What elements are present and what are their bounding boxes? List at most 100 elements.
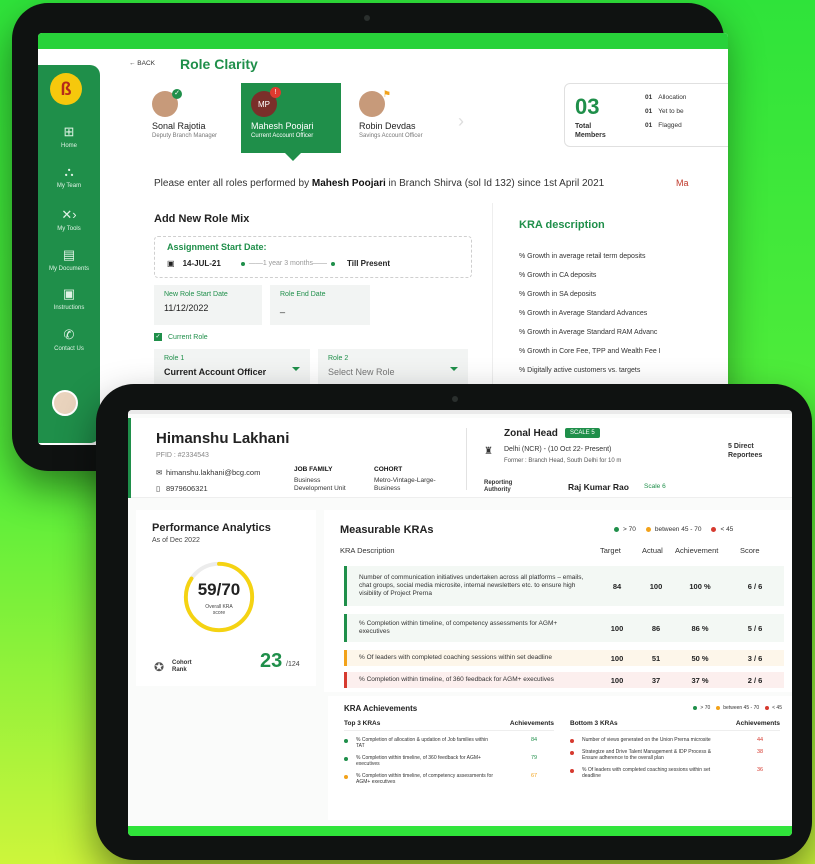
member-role: Savings Account Officer: [359, 133, 423, 139]
member-card-sonal[interactable]: ✓ Sonal Rajotia Deputy Branch Manager: [142, 83, 242, 153]
green-dot-icon: [614, 527, 619, 532]
kra-panel-title: KRA description: [519, 219, 605, 231]
table-row[interactable]: % Completion within timeline, of 360 fee…: [344, 672, 784, 688]
add-role-title: Add New Role Mix: [154, 213, 250, 225]
tools-icon: ✕›: [61, 207, 77, 222]
kra-list-item: % Growth in Average Standard Advances: [519, 310, 648, 317]
chevron-down-icon: [450, 367, 458, 371]
job-family: JOB FAMILY Business Development Unit: [294, 466, 346, 492]
sidebar-label: Instructions: [53, 305, 85, 311]
cohort-rank-total: /124: [286, 661, 300, 668]
reporting-authority-label: Reporting Authority: [484, 480, 513, 493]
app-logo[interactable]: ß: [50, 73, 82, 105]
table-row[interactable]: Number of communication initiatives unde…: [344, 566, 784, 606]
camera: [452, 396, 458, 402]
member-card-robin[interactable]: ⚑ Robin Devdas Savings Account Officer: [349, 83, 449, 153]
direct-reportees[interactable]: 5 Direct Reportees: [728, 442, 772, 460]
chevron-right-icon[interactable]: ›: [458, 111, 464, 132]
measurable-kras-card: Measurable KRAs > 70 between 45 - 70 < 4…: [324, 510, 792, 692]
chair-icon: ♜: [484, 446, 493, 457]
documents-icon: ▤: [62, 247, 76, 262]
avatar-initials: MP: [258, 99, 270, 109]
current-role-checkbox[interactable]: ✓ Current Role: [154, 333, 208, 341]
scale-badge: SCALE 5: [565, 428, 600, 438]
overall-score-label: Overall KRA score: [205, 604, 233, 616]
role-2-select[interactable]: Role 2 Select New Role: [318, 349, 468, 389]
employee-email[interactable]: ✉ himanshu.lakhani@bcg.com: [156, 468, 260, 477]
achievements-legend: > 70 between 45 - 70 < 45: [687, 705, 782, 711]
alert-icon: !: [270, 87, 281, 98]
kra-list: % Growth in average retail term deposits…: [519, 253, 661, 386]
zone-location: Delhi (NCR) - (10 Oct 22- Present): [504, 446, 612, 453]
check-icon: ✓: [172, 89, 182, 99]
total-members-label: Total Members: [575, 123, 606, 139]
role-1-select[interactable]: Role 1 Current Account Officer: [154, 349, 310, 389]
user-avatar[interactable]: [52, 390, 78, 416]
rank-icon: ✪: [154, 660, 165, 674]
member-name: Robin Devdas: [359, 121, 416, 131]
performance-analytics-card: Performance Analytics As of Dec 2022 59/…: [136, 510, 316, 686]
assignment-duration: 1 year 3 months: [262, 260, 314, 267]
list-item: Strategize and Drive Talent Management &…: [570, 749, 780, 761]
member-name: Sonal Rajotia: [152, 121, 206, 131]
table-row[interactable]: % Completion within timeline, of compete…: [344, 614, 784, 642]
employee-pfid: PFID : #2334543: [156, 452, 209, 459]
reporting-authority-name: Raj Kumar Rao: [568, 482, 629, 492]
achievements-title: KRA Achievements: [344, 704, 418, 713]
summary-row: 01 Yet to be: [645, 108, 684, 115]
assignment-start: 14-JUL-21: [182, 259, 221, 268]
cohort-rank-value: 23: [260, 650, 283, 672]
top-accent-bar: [38, 33, 728, 49]
sidebar-label: My Documents: [48, 266, 89, 272]
sidebar: ß ⊞ Home ⛬ My Team ✕› My Tools ▤ My Docu…: [38, 65, 100, 443]
instructions-icon: ▣: [62, 286, 76, 301]
front-tablet: Himanshu Lakhani PFID : #2334543 ✉ himans…: [96, 384, 812, 860]
flag-icon: ⚑: [382, 89, 391, 99]
camera: [364, 15, 370, 21]
phone-icon: ▯: [156, 484, 161, 493]
employee-phone[interactable]: ▯ 8979606321: [156, 484, 208, 493]
member-role: Deputy Branch Manager: [152, 133, 218, 139]
orange-dot-icon: [645, 527, 651, 532]
kra-list-item: % Growth in CA deposits: [519, 272, 597, 279]
list-item: Number of views generated on the Union P…: [570, 737, 780, 743]
sidebar-item-my-team[interactable]: ⛬ My Team: [38, 164, 100, 190]
employee-name: Himanshu Lakhani: [156, 430, 290, 447]
member-name: Mahesh Poojari: [251, 121, 314, 131]
cohort-rank-label: Cohort Rank: [172, 660, 192, 673]
avatar: ⚑: [359, 89, 391, 117]
contact-icon: ✆: [63, 327, 75, 342]
red-dot-icon: [765, 706, 770, 710]
performance-title: Performance Analytics: [152, 522, 271, 534]
total-members-count: 03: [575, 94, 600, 119]
bottom-kras-list: Bottom 3 KRAs Achievements Number of view…: [570, 720, 780, 779]
assignment-title: Assignment Start Date:: [167, 242, 267, 252]
kra-list-item: % Growth in average retail term deposits: [519, 253, 646, 260]
sidebar-item-instructions[interactable]: ▣ Instructions: [38, 286, 100, 312]
kra-list-item: % Growth in Average Standard RAM Advanc: [519, 329, 658, 336]
green-dot-icon: [693, 706, 698, 710]
chevron-down-icon: [292, 367, 300, 371]
sidebar-item-home[interactable]: ⊞ Home: [38, 125, 100, 150]
info-link[interactable]: Ma: [676, 178, 689, 188]
sidebar-item-contact-us[interactable]: ✆ Contact Us: [38, 327, 100, 353]
avatar: MP!: [251, 87, 281, 117]
team-icon: ⛬: [64, 164, 74, 179]
members-summary: 03 Total Members 01 Allocation 01 Yet to b…: [564, 83, 728, 147]
sidebar-item-my-documents[interactable]: ▤ My Documents: [38, 247, 100, 273]
performance-date: As of Dec 2022: [152, 537, 200, 544]
new-role-start-field[interactable]: New Role Start Date 11/12/2022: [154, 285, 262, 325]
table-row[interactable]: % Of leaders with completed coaching ses…: [344, 650, 784, 666]
kra-list-item: % Digitally active customers vs. targets: [519, 367, 641, 374]
kra-list-item: % Growth in SA deposits: [519, 291, 597, 298]
role-end-field[interactable]: Role End Date _: [270, 285, 370, 325]
former-role: Former : Branch Head, South Delhi for 10…: [504, 458, 622, 464]
member-card-mahesh[interactable]: MP! Mahesh Poojari Current Account Offic…: [241, 83, 341, 161]
red-dot-icon: [711, 527, 717, 532]
reporting-scale: Scale 6: [644, 483, 666, 490]
back-button[interactable]: ← BACK: [129, 60, 155, 67]
sidebar-item-my-tools[interactable]: ✕› My Tools: [38, 207, 100, 233]
top-kras-list: Top 3 KRAs Achievements % Completion of a…: [344, 720, 554, 785]
sidebar-label: My Tools: [57, 226, 81, 232]
employee-profile-screen: Himanshu Lakhani PFID : #2334543 ✉ himans…: [128, 410, 792, 836]
